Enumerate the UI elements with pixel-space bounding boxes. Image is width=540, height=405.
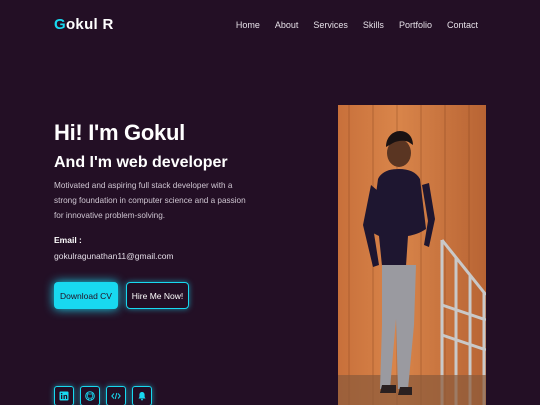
profile-photo [338,105,486,405]
linkedin-icon[interactable] [54,386,74,405]
site-logo[interactable]: Gokul R [54,16,114,33]
nav-contact[interactable]: Contact [447,20,478,30]
nav-portfolio[interactable]: Portfolio [399,20,432,30]
bell-icon[interactable] [132,386,152,405]
email-label: Email : [54,235,82,245]
hero-title: Hi! I'm Gokul [54,120,185,145]
github-icon[interactable] [80,386,100,405]
hero-subtitle: And I'm web developer [54,154,228,171]
download-cv-button[interactable]: Download CV [54,282,118,309]
main-nav: Home About Services Skills Portfolio Con… [236,20,478,30]
email-value: gokulragunathan11@gmail.com [54,251,174,261]
social-links [54,386,152,405]
nav-skills[interactable]: Skills [363,20,384,30]
code-icon[interactable] [106,386,126,405]
hero-description: Motivated and aspiring full stack develo… [54,181,246,220]
logo-initial: G [54,16,66,33]
nav-home[interactable]: Home [236,20,260,30]
logo-name: okul R [65,16,114,33]
nav-services[interactable]: Services [313,20,348,30]
nav-about[interactable]: About [275,20,299,30]
hire-me-button[interactable]: Hire Me Now! [126,282,189,309]
